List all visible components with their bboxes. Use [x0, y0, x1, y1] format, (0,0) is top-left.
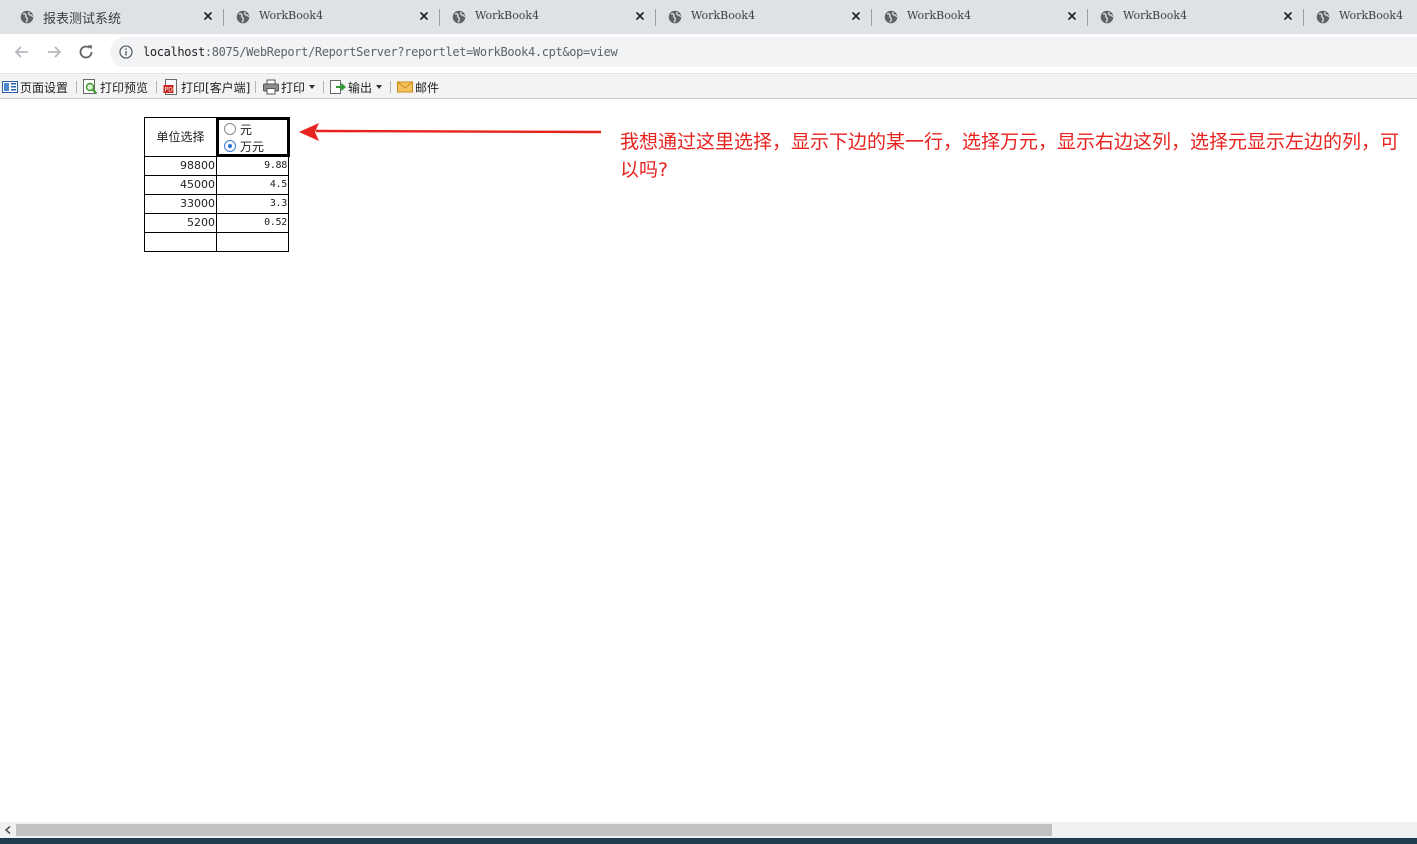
- close-icon[interactable]: [417, 9, 431, 23]
- url-host: localhost: [143, 45, 205, 59]
- tab-title: 报表测试系统: [43, 12, 122, 27]
- svg-text:PDF: PDF: [165, 87, 177, 94]
- tab-title: WorkBook4: [691, 9, 756, 22]
- print-client-label: 打印[客户端]: [181, 80, 251, 95]
- cell-wanyuan: 4.5: [216, 175, 289, 195]
- printer-icon: [263, 79, 279, 95]
- export-icon: [330, 80, 346, 94]
- annotation-text: 我想通过这里选择，显示下边的某一行，选择万元，显示右边这列，选择元显示左边的列，…: [620, 131, 1400, 181]
- close-icon[interactable]: [849, 9, 863, 23]
- tab-title: WorkBook4: [1339, 9, 1404, 22]
- url-text[interactable]: localhost:8075/WebReport/ReportServer?re…: [143, 45, 618, 59]
- navigation-bar: localhost:8075/WebReport/ReportServer?re…: [0, 34, 1417, 70]
- cell-wanyuan: 9.88: [216, 156, 289, 176]
- tab-title: WorkBook4: [1123, 9, 1188, 22]
- tab-workbook4[interactable]: WorkBook4: [1080, 0, 1304, 34]
- toolbar-divider: [76, 81, 77, 93]
- page-setup-label: 页面设置: [20, 80, 69, 95]
- cell-yuan: 98800: [144, 156, 217, 176]
- tab-report-system[interactable]: 报表测试系统: [0, 0, 224, 34]
- scroll-left-icon[interactable]: [4, 826, 12, 834]
- mail-label: 邮件: [415, 80, 440, 95]
- tab-workbook4[interactable]: WorkBook4: [216, 0, 440, 34]
- url-path: :8075/WebReport/ReportServer?reportlet=W…: [204, 45, 618, 59]
- print-preview-icon: [83, 79, 98, 95]
- radio-label: 元: [240, 122, 253, 137]
- tab-title: WorkBook4: [475, 9, 540, 22]
- print-client-button[interactable]: PDF 打印[客户端]: [163, 78, 250, 96]
- print-preview-button[interactable]: 打印预览: [82, 78, 148, 96]
- close-icon[interactable]: [1281, 9, 1295, 23]
- export-label: 输出: [348, 80, 373, 95]
- cell-wanyuan: [216, 232, 289, 252]
- globe-icon: [20, 10, 34, 24]
- close-icon[interactable]: [201, 9, 215, 23]
- annotation-arrow-icon: [299, 123, 602, 141]
- forward-arrow-icon[interactable]: [44, 42, 64, 62]
- chevron-down-icon: [309, 85, 316, 89]
- tab-workbook4[interactable]: WorkBook4: [864, 0, 1088, 34]
- globe-icon: [668, 10, 682, 24]
- tab-workbook4[interactable]: WorkBook4: [648, 0, 872, 34]
- print-button[interactable]: 打印: [263, 78, 316, 96]
- tab-title: WorkBook4: [259, 9, 324, 22]
- globe-icon: [884, 10, 898, 24]
- reload-icon[interactable]: [76, 42, 96, 62]
- toolbar-divider: [323, 81, 324, 93]
- toolbar-divider: [156, 81, 157, 93]
- pdf-print-icon: PDF: [163, 79, 177, 95]
- globe-icon: [236, 10, 250, 24]
- back-arrow-icon[interactable]: [12, 42, 32, 62]
- globe-icon: [1316, 10, 1330, 24]
- cell-wanyuan: 3.3: [216, 194, 289, 214]
- close-icon[interactable]: [1065, 9, 1079, 23]
- mail-button[interactable]: 邮件: [397, 78, 439, 96]
- unit-select-label: 单位选择: [144, 117, 217, 157]
- report-toolbar: 页面设置 打印预览 PDF 打印[客户端] 打印 输出 邮件: [0, 73, 1417, 99]
- chevron-down-icon: [376, 85, 383, 89]
- tab-workbook4[interactable]: WorkBook4: [1296, 0, 1417, 34]
- print-preview-label: 打印预览: [100, 80, 149, 95]
- address-bar[interactable]: localhost:8075/WebReport/ReportServer?re…: [110, 37, 1417, 67]
- radio-option-yuan[interactable]: 元: [224, 122, 253, 137]
- tab-strip: 报表测试系统 WorkBook4 WorkBook4 WorkBook4 Wor…: [0, 0, 1417, 34]
- info-icon[interactable]: [119, 45, 133, 59]
- radio-button[interactable]: [224, 123, 236, 135]
- globe-icon: [452, 10, 466, 24]
- envelope-icon: [397, 81, 413, 93]
- cell-yuan: 33000: [144, 194, 217, 214]
- page-setup-button[interactable]: 页面设置: [2, 78, 68, 96]
- globe-icon: [1100, 10, 1114, 24]
- scrollbar-thumb[interactable]: [16, 824, 1052, 836]
- toolbar-divider: [255, 81, 256, 93]
- horizontal-scrollbar[interactable]: [0, 822, 1417, 838]
- unit-radio-group[interactable]: 元 万元: [216, 117, 290, 157]
- cell-yuan: 45000: [144, 175, 217, 195]
- cell-wanyuan: 0.52: [216, 213, 289, 233]
- print-label: 打印: [281, 80, 306, 95]
- radio-label: 万元: [240, 139, 265, 154]
- cell-yuan: 5200: [144, 213, 217, 233]
- toolbar-divider: [390, 81, 391, 93]
- page-setup-icon: [2, 81, 18, 93]
- export-button[interactable]: 输出: [330, 78, 383, 96]
- radio-option-wanyuan[interactable]: 万元: [224, 139, 265, 154]
- cell-yuan: [144, 232, 217, 252]
- radio-button-checked[interactable]: [224, 140, 236, 152]
- tab-workbook4[interactable]: WorkBook4: [432, 0, 656, 34]
- taskbar-edge: [0, 838, 1417, 844]
- close-icon[interactable]: [633, 9, 647, 23]
- tab-title: WorkBook4: [907, 9, 972, 22]
